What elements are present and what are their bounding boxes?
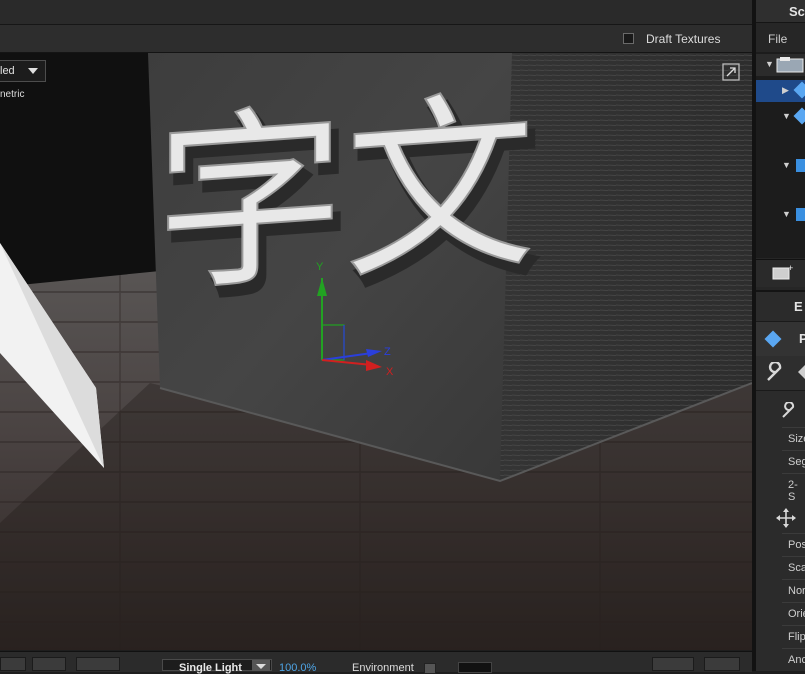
prop-segments-label: Seg xyxy=(788,456,805,468)
divider xyxy=(782,556,805,557)
sign-text: 字文 xyxy=(155,71,535,319)
expand-triangle-icon[interactable]: ▶ xyxy=(782,85,789,96)
target-icon[interactable] xyxy=(652,657,694,671)
light-mode-value: Single Light xyxy=(179,662,242,674)
axis-x-label: X xyxy=(386,366,394,378)
tab-arrow-icon[interactable] xyxy=(798,365,805,379)
document-tab-strip xyxy=(0,0,752,25)
edit-object-name: P xyxy=(799,331,805,346)
box-icon xyxy=(796,159,805,172)
scene-render: 字文 字文 Y Z X xyxy=(0,53,752,650)
scene-panel-title: Sc xyxy=(789,4,805,19)
environment-checkbox[interactable] xyxy=(424,663,436,674)
layout-grid-icon[interactable] xyxy=(32,657,66,671)
prop-2sided-label: 2-S xyxy=(788,479,798,503)
prop-size-label: Size xyxy=(788,433,805,445)
text-object-icon xyxy=(796,208,805,221)
divider xyxy=(782,625,805,626)
divider xyxy=(782,648,805,649)
plane-icon xyxy=(793,81,805,99)
draft-textures-checkbox[interactable] xyxy=(623,33,634,44)
edit-panel-title: E xyxy=(794,299,803,314)
prop-anchor-label: Anc xyxy=(788,654,805,666)
move-up-icon[interactable] xyxy=(76,657,120,671)
tree-row[interactable]: ▼ xyxy=(756,155,805,177)
wrench-icon[interactable] xyxy=(764,362,786,384)
divider xyxy=(782,579,805,580)
expand-triangle-icon[interactable]: ▼ xyxy=(782,209,791,219)
environment-color-swatch[interactable] xyxy=(458,662,492,673)
prop-normal-label: Nor xyxy=(788,585,805,597)
new-folder-icon[interactable]: + xyxy=(772,263,794,281)
wrench-icon xyxy=(782,402,795,418)
tree-row-root[interactable]: ▼ xyxy=(756,54,805,76)
viewport-toolbar xyxy=(0,25,752,53)
move-icon xyxy=(776,508,796,528)
tree-row[interactable]: ▼ xyxy=(756,106,805,128)
plane-icon xyxy=(793,107,805,125)
divider xyxy=(782,602,805,603)
eject-icon[interactable] xyxy=(704,657,740,671)
light-intensity-value[interactable]: 100.0% xyxy=(279,662,316,674)
chevron-down-icon xyxy=(256,664,266,669)
tree-row[interactable]: ▼ xyxy=(756,204,805,226)
expand-triangle-icon[interactable]: ▼ xyxy=(765,59,774,69)
divider xyxy=(782,473,805,474)
camera-orbit-button[interactable] xyxy=(0,657,26,671)
expand-triangle-icon[interactable]: ▼ xyxy=(782,160,791,170)
environment-label: Environment xyxy=(352,662,414,674)
prop-position-label: Pos xyxy=(788,539,805,551)
maximize-viewport-icon[interactable] xyxy=(722,63,740,81)
axis-z-label: Z xyxy=(384,346,391,358)
shading-mode-value: led xyxy=(0,65,15,77)
svg-text:+: + xyxy=(788,263,793,273)
folder-icon xyxy=(776,57,804,73)
3d-viewport[interactable]: 字文 字文 Y Z X xyxy=(0,53,752,650)
chevron-down-icon[interactable] xyxy=(28,68,38,74)
expand-triangle-icon[interactable]: ▼ xyxy=(782,111,791,121)
divider xyxy=(782,533,805,534)
file-menu[interactable]: File xyxy=(768,32,787,46)
divider xyxy=(782,427,805,428)
tree-row-selected[interactable]: ▶ xyxy=(756,80,805,102)
prop-flip-label: Flip xyxy=(788,631,805,643)
prop-orientation-label: Orie xyxy=(788,608,805,620)
divider xyxy=(782,450,805,451)
projection-label: netric xyxy=(0,89,25,100)
axis-y-label: Y xyxy=(316,261,324,273)
draft-textures-label: Draft Textures xyxy=(646,32,721,46)
prop-scale-label: Sca xyxy=(788,562,805,574)
